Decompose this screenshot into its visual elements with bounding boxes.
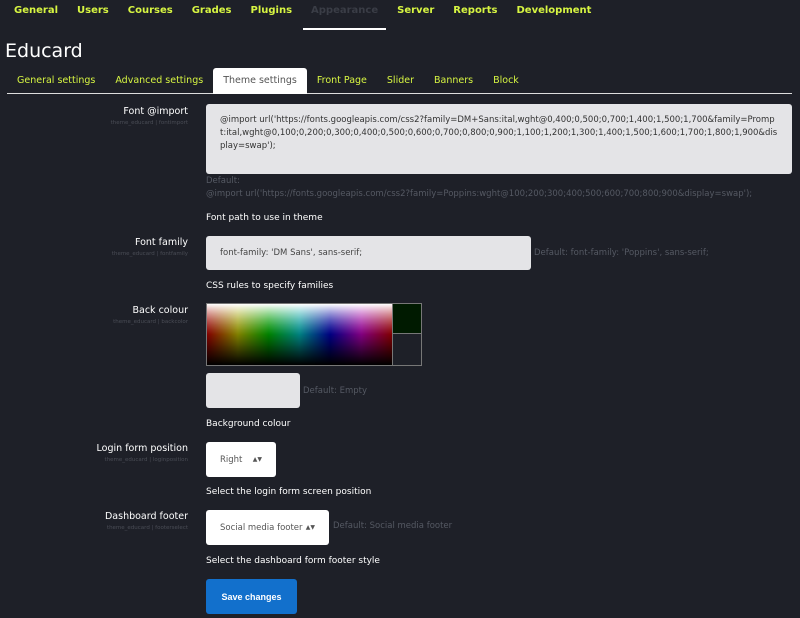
save-changes-button[interactable]: Save changes (206, 579, 297, 614)
nav-plugins[interactable]: Plugins (250, 0, 292, 30)
dashboard-footer-select[interactable]: Social media footer ▲▼ (206, 510, 329, 545)
back-colour-label: Back colour theme_educard | backcolor (113, 305, 188, 325)
font-import-textarea[interactable]: @import url('https://fonts.googleapis.co… (206, 104, 792, 174)
setting-key: theme_educard | backcolor (113, 319, 188, 325)
nav-appearance[interactable]: Appearance (303, 0, 387, 30)
current-colour-swatch (393, 334, 421, 364)
tab-advanced-settings[interactable]: Advanced settings (105, 68, 213, 93)
label-text: Font @import (123, 106, 188, 117)
nav-courses[interactable]: Courses (128, 0, 173, 30)
selected-colour-swatch (393, 304, 421, 334)
font-family-description: CSS rules to specify families (206, 281, 334, 291)
back-colour-description: Background colour (206, 419, 291, 429)
label-text: Dashboard footer (104, 511, 188, 522)
tab-block[interactable]: Block (483, 68, 529, 93)
font-import-label: Font @import theme_educard | fontimport (111, 106, 188, 126)
font-import-default-label: Default: (206, 176, 240, 186)
tab-front-page[interactable]: Front Page (307, 68, 377, 93)
select-value: Right (220, 454, 243, 465)
sort-arrows-icon: ▲▼ (252, 456, 262, 463)
colour-picker[interactable] (206, 303, 422, 366)
tab-theme-settings[interactable]: Theme settings (213, 68, 307, 94)
setting-key: theme_educard | footerselect (106, 525, 188, 531)
nav-general[interactable]: General (14, 0, 58, 30)
sort-arrows-icon: ▲▼ (305, 524, 315, 531)
font-import-default: @import url('https://fonts.googleapis.co… (206, 189, 753, 199)
nav-grades[interactable]: Grades (192, 0, 232, 30)
font-family-input[interactable]: font-family: 'DM Sans', sans-serif; (206, 236, 531, 270)
setting-key: theme_educard | fontimport (110, 120, 188, 126)
dashboard-footer-default: Default: Social media footer (333, 521, 453, 531)
nav-users[interactable]: Users (77, 0, 109, 30)
dashboard-footer-description: Select the dashboard form footer style (206, 556, 380, 566)
label-text: Back colour (132, 305, 189, 316)
font-family-default: Default: font-family: 'Poppins', sans-se… (534, 248, 709, 258)
nav-server[interactable]: Server (397, 0, 434, 30)
settings-tabs: General settings Advanced settings Theme… (7, 68, 792, 94)
tab-slider[interactable]: Slider (377, 68, 424, 93)
page-title: Educard (5, 40, 83, 62)
back-colour-default: Default: Empty (303, 386, 368, 396)
tab-general-settings[interactable]: General settings (7, 68, 105, 93)
top-nav: General Users Courses Grades Plugins App… (0, 0, 610, 30)
font-family-label: Font family theme_educard | fontfamily (112, 237, 188, 257)
nav-reports[interactable]: Reports (453, 0, 497, 30)
login-position-select[interactable]: Right ▲▼ (206, 442, 276, 477)
select-value: Social media footer (220, 522, 303, 533)
setting-key: theme_educard | loginposition (104, 457, 188, 463)
label-text: Font family (134, 237, 188, 248)
nav-development[interactable]: Development (516, 0, 591, 30)
font-import-description: Font path to use in theme (206, 213, 323, 223)
dashboard-footer-label: Dashboard footer theme_educard | footerse… (105, 511, 188, 531)
login-position-description: Select the login form screen position (206, 487, 372, 497)
back-colour-input[interactable] (206, 373, 300, 408)
label-text: Login form position (96, 443, 188, 454)
colour-gradient[interactable] (207, 304, 393, 365)
setting-key: theme_educard | fontfamily (111, 251, 188, 257)
tab-banners[interactable]: Banners (424, 68, 483, 93)
login-position-label: Login form position theme_educard | login… (97, 443, 188, 463)
colour-swatches (392, 304, 421, 365)
